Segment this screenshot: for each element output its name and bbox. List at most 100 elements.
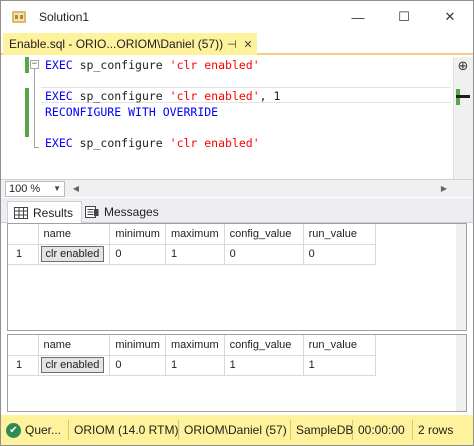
code-line[interactable]: RECONFIGURE WITH OVERRIDE [45,105,451,121]
status-user-text: ORIOM\Daniel (57) [184,423,287,437]
sql-keyword: RECONFIGURE WITH OVERRIDE [45,104,219,119]
window-title: Solution1 [39,10,90,24]
maximize-button[interactable]: ☐ [381,1,427,33]
sql-string: 'clr enabled' [169,89,260,103]
status-user: ORIOM\Daniel (57) [179,420,291,440]
result-table-2: name minimum maximum config_value run_va… [8,335,376,376]
ssms-app-icon [12,11,26,23]
status-elapsed-text: 00:00:00 [358,423,405,437]
cell-run-value[interactable]: 1 [303,355,376,376]
code-line[interactable] [45,74,451,90]
table-row[interactable]: 1 clr enabled 0 1 1 1 [8,355,376,376]
sql-string: 'clr enabled' [169,58,260,72]
sql-text: sp_configure [72,89,170,103]
status-server: ORIOM (14.0 RTM) [69,420,179,440]
close-button[interactable]: ✕ [427,1,473,33]
grid-vertical-scrollbar[interactable] [456,335,466,411]
tab-messages[interactable]: Messages [79,201,167,222]
result-grid-1[interactable]: name minimum maximum config_value run_va… [7,223,467,331]
editor-margin [1,57,23,179]
pin-icon[interactable]: ⊣ [225,38,239,51]
column-header-maximum[interactable]: maximum [165,224,225,245]
column-header-name[interactable]: name [38,224,111,245]
table-header-row: name minimum maximum config_value run_va… [8,224,376,245]
grid-vertical-scrollbar[interactable] [456,224,466,330]
query-editor[interactable]: − EXEC sp_configure 'clr enabled' EXEC s… [1,57,473,179]
document-tab-enable-sql[interactable]: Enable.sql - ORIO...ORIOM\Daniel (57)) ⊣… [3,33,257,55]
title-bar: Solution1 — ☐ ✕ [1,1,473,33]
cell-maximum[interactable]: 1 [165,355,225,376]
cell-maximum[interactable]: 1 [165,244,225,265]
column-header-config-value[interactable]: config_value [224,224,304,245]
selected-cell-value: clr enabled [40,246,105,262]
maximize-icon: ☐ [398,9,410,24]
cell-minimum[interactable]: 0 [109,355,166,376]
close-icon: ✕ [444,9,456,24]
row-number-header[interactable] [8,224,39,245]
sql-keyword: EXEC [45,58,73,72]
cell-name[interactable]: clr enabled [38,244,111,265]
results-tab-bar: Results Messages [1,198,473,223]
document-tab-bar: Enable.sql - ORIO...ORIOM\Daniel (57)) ⊣… [1,33,473,55]
scroll-right-icon[interactable]: ▶ [437,184,451,193]
code-line[interactable] [45,120,451,136]
column-header-minimum[interactable]: minimum [109,224,166,245]
status-database-text: SampleDB [296,423,354,437]
zoom-bar: 100 % ▼ ◀ ▶ [1,179,473,197]
code-line[interactable]: EXEC sp_configure 'clr enabled' [45,136,451,152]
row-number[interactable]: 1 [8,355,39,376]
status-bar: ✔ Quer... ORIOM (14.0 RTM) ORIOM\Daniel … [1,415,473,445]
code-area[interactable]: EXEC sp_configure 'clr enabled' EXEC sp_… [45,58,451,151]
sql-keyword: EXEC [45,135,73,150]
column-header-minimum[interactable]: minimum [109,335,166,356]
cell-run-value[interactable]: 0 [303,244,376,265]
tab-results[interactable]: Results [7,201,83,223]
document-tab-label: Enable.sql - ORIO...ORIOM\Daniel (57)) [9,37,224,51]
change-bar [25,57,29,73]
code-line[interactable]: EXEC sp_configure 'clr enabled' [45,58,451,74]
tab-messages-label: Messages [104,204,159,219]
outline-end [34,147,39,148]
row-number[interactable]: 1 [8,244,39,265]
cell-minimum[interactable]: 0 [109,244,166,265]
zoom-dropdown[interactable]: 100 % ▼ [5,180,65,197]
close-tab-icon[interactable]: ✕ [241,38,255,51]
outline-guide [34,66,35,148]
status-server-text: ORIOM (14.0 RTM) [74,423,179,437]
column-header-run-value[interactable]: run_value [303,335,376,356]
horizontal-scrollbar-track[interactable] [83,183,437,195]
collapse-icon[interactable]: − [30,60,39,69]
cell-config-value[interactable]: 0 [224,244,304,265]
split-editor-icon[interactable]: ⊕ [456,59,470,73]
tab-results-label: Results [33,205,74,220]
cell-name[interactable]: clr enabled [38,355,111,376]
editor-vertical-scrollbar[interactable]: ⊕ [453,57,473,179]
row-number-header[interactable] [8,335,39,356]
status-elapsed: 00:00:00 [353,420,413,440]
sql-text: sp_configure [72,58,170,72]
status-query: ✔ Quer... [1,420,69,440]
chevron-down-icon: ▼ [53,184,61,193]
sql-keyword: EXEC [45,89,73,103]
minimize-button[interactable]: — [335,1,381,33]
messages-icon [85,205,99,218]
result-table-1: name minimum maximum config_value run_va… [8,224,376,265]
column-header-maximum[interactable]: maximum [165,335,225,356]
status-rows-text: 2 rows [418,423,454,437]
column-header-config-value[interactable]: config_value [224,335,304,356]
scroll-left-icon[interactable]: ◀ [69,184,83,193]
status-query-text: Quer... [25,423,62,437]
sql-text: , 1 [259,89,281,103]
grid-icon [14,206,28,219]
sql-text: sp_configure [72,135,170,150]
result-grid-2[interactable]: name minimum maximum config_value run_va… [7,334,467,412]
status-database: SampleDB [291,420,353,440]
code-line[interactable]: EXEC sp_configure 'clr enabled', 1 [45,89,451,105]
table-row[interactable]: 1 clr enabled 0 1 0 0 [8,244,376,265]
column-header-run-value[interactable]: run_value [303,224,376,245]
change-bar [25,88,29,137]
table-header-row: name minimum maximum config_value run_va… [8,335,376,356]
cell-config-value[interactable]: 1 [224,355,304,376]
ssms-window: Solution1 — ☐ ✕ Enable.sql - ORIO...ORIO… [0,0,474,446]
column-header-name[interactable]: name [38,335,111,356]
